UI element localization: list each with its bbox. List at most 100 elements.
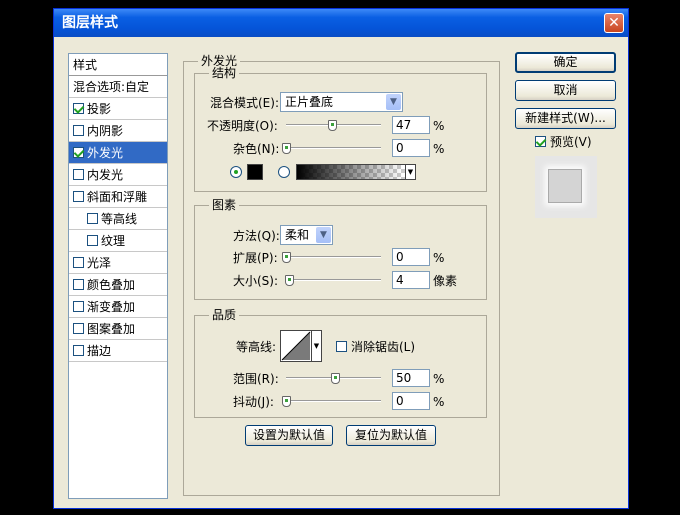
antialias-checkbox[interactable]: [336, 341, 347, 352]
quality-group: 品质 等高线: ▼ 消除锯齿(L) 范围(R): 50 % 抖动(J): 0 %: [194, 308, 487, 418]
style-checkbox[interactable]: [73, 125, 84, 136]
technique-value: 柔和: [285, 228, 310, 242]
reset-default-button[interactable]: 复位为默认值: [346, 425, 436, 446]
sidebar-item[interactable]: 等高线: [69, 208, 167, 230]
opacity-unit: %: [433, 119, 445, 133]
noise-input[interactable]: 0: [392, 139, 430, 157]
sidebar-item-label: 斜面和浮雕: [87, 190, 148, 204]
style-preview-swatch: [548, 169, 582, 203]
contour-picker[interactable]: ▼: [280, 330, 322, 362]
jitter-slider-thumb[interactable]: [282, 396, 291, 407]
contour-curve-icon: [281, 331, 311, 361]
style-checkbox[interactable]: [73, 147, 84, 158]
sidebar-item[interactable]: 颜色叠加: [69, 274, 167, 296]
noise-label: 杂色(N):: [233, 142, 280, 156]
sidebar-item-label: 颜色叠加: [87, 278, 136, 292]
jitter-unit: %: [433, 395, 445, 409]
solid-color-radio[interactable]: [230, 166, 242, 178]
sidebar-item-label: 渐变叠加: [87, 300, 136, 314]
elements-group: 图素 方法(Q): 柔和 ▼ 扩展(P): 0 % 大小(S): 4 像素: [194, 198, 487, 300]
size-slider-thumb[interactable]: [285, 275, 294, 286]
style-checkbox[interactable]: [73, 169, 84, 180]
size-slider-track[interactable]: [286, 279, 381, 281]
sidebar-item-label: 内发光: [87, 168, 124, 182]
contour-label: 等高线:: [236, 340, 277, 354]
technique-label: 方法(Q):: [233, 229, 280, 243]
quality-title: 品质: [209, 308, 240, 322]
sidebar-item[interactable]: 纹理: [69, 230, 167, 252]
jitter-slider-track[interactable]: [286, 400, 381, 402]
style-checkbox[interactable]: [73, 103, 84, 114]
sidebar-item[interactable]: 斜面和浮雕: [69, 186, 167, 208]
chevron-down-icon: ▼: [386, 94, 401, 110]
layer-style-dialog: 图层样式 ✕ 样式 混合选项:自定 投影内阴影外发光内发光斜面和浮雕等高线纹理光…: [53, 8, 629, 509]
title-bar[interactable]: 图层样式 ✕: [54, 9, 628, 37]
noise-slider-track[interactable]: [286, 147, 381, 149]
sidebar-item-label: 光泽: [87, 256, 112, 270]
sidebar-item-label: 投影: [87, 102, 112, 116]
new-style-button[interactable]: 新建样式(W)...: [515, 108, 616, 129]
range-label: 范围(R):: [233, 372, 279, 386]
size-label: 大小(S):: [233, 274, 279, 288]
blend-mode-select[interactable]: 正片叠底 ▼: [280, 92, 403, 112]
range-unit: %: [433, 372, 445, 386]
style-checkbox[interactable]: [73, 191, 84, 202]
ok-button[interactable]: 确定: [515, 52, 616, 73]
style-checkbox[interactable]: [87, 235, 98, 246]
gradient-picker[interactable]: ▼: [296, 164, 416, 180]
antialias-label[interactable]: 消除锯齿(L): [351, 339, 415, 355]
sidebar-item-label: 纹理: [101, 234, 126, 248]
outer-glow-group: 外发光 结构 混合模式(E): 正片叠底 ▼ 不透明度(O): 47 % 杂色(…: [183, 54, 500, 496]
spread-slider-track[interactable]: [286, 256, 381, 258]
style-checkbox[interactable]: [73, 345, 84, 356]
sidebar-item-label: 内阴影: [87, 124, 124, 138]
gradient-radio[interactable]: [278, 166, 290, 178]
sidebar-item[interactable]: 图案叠加: [69, 318, 167, 340]
size-input[interactable]: 4: [392, 271, 430, 289]
jitter-input[interactable]: 0: [392, 392, 430, 410]
blend-mode-label: 混合模式(E):: [210, 96, 279, 110]
noise-slider-thumb[interactable]: [282, 143, 291, 154]
range-slider-thumb[interactable]: [331, 373, 340, 384]
sidebar-item[interactable]: 描边: [69, 340, 167, 362]
style-checkbox[interactable]: [73, 301, 84, 312]
spread-label: 扩展(P):: [233, 251, 278, 265]
sidebar-item[interactable]: 投影: [69, 98, 167, 120]
chevron-down-icon[interactable]: ▼: [311, 331, 321, 361]
cancel-button[interactable]: 取消: [515, 80, 616, 101]
preview-checkbox[interactable]: [535, 136, 546, 147]
jitter-label: 抖动(J):: [233, 395, 274, 409]
opacity-slider-thumb[interactable]: [328, 120, 337, 131]
spread-unit: %: [433, 251, 445, 265]
style-checkbox[interactable]: [73, 257, 84, 268]
sidebar-item-label: 等高线: [101, 212, 138, 226]
elements-title: 图素: [209, 198, 240, 212]
close-button[interactable]: ✕: [604, 13, 624, 33]
technique-select[interactable]: 柔和 ▼: [280, 225, 333, 245]
range-input[interactable]: 50: [392, 369, 430, 387]
size-unit: 像素: [433, 274, 458, 288]
sidebar-item[interactable]: 渐变叠加: [69, 296, 167, 318]
noise-unit: %: [433, 142, 445, 156]
structure-group: 结构 混合模式(E): 正片叠底 ▼ 不透明度(O): 47 % 杂色(N): …: [194, 66, 487, 192]
styles-header[interactable]: 样式: [69, 54, 167, 76]
blend-mode-value: 正片叠底: [285, 95, 334, 109]
opacity-input[interactable]: 47: [392, 116, 430, 134]
blending-options-item[interactable]: 混合选项:自定: [69, 76, 167, 98]
sidebar-item-label: 外发光: [87, 146, 124, 160]
spread-input[interactable]: 0: [392, 248, 430, 266]
style-checkbox[interactable]: [87, 213, 98, 224]
sidebar-item[interactable]: 内阴影: [69, 120, 167, 142]
sidebar-item-label: 图案叠加: [87, 322, 136, 336]
glow-color-swatch[interactable]: [247, 164, 263, 180]
chevron-down-icon[interactable]: ▼: [405, 165, 415, 179]
style-checkbox[interactable]: [73, 323, 84, 334]
preview-label[interactable]: 预览(V): [550, 134, 592, 150]
sidebar-item[interactable]: 光泽: [69, 252, 167, 274]
sidebar-item[interactable]: 外发光: [69, 142, 167, 164]
spread-slider-thumb[interactable]: [282, 252, 291, 263]
sidebar-item[interactable]: 内发光: [69, 164, 167, 186]
chevron-down-icon: ▼: [316, 227, 331, 243]
style-checkbox[interactable]: [73, 279, 84, 290]
make-default-button[interactable]: 设置为默认值: [245, 425, 333, 446]
